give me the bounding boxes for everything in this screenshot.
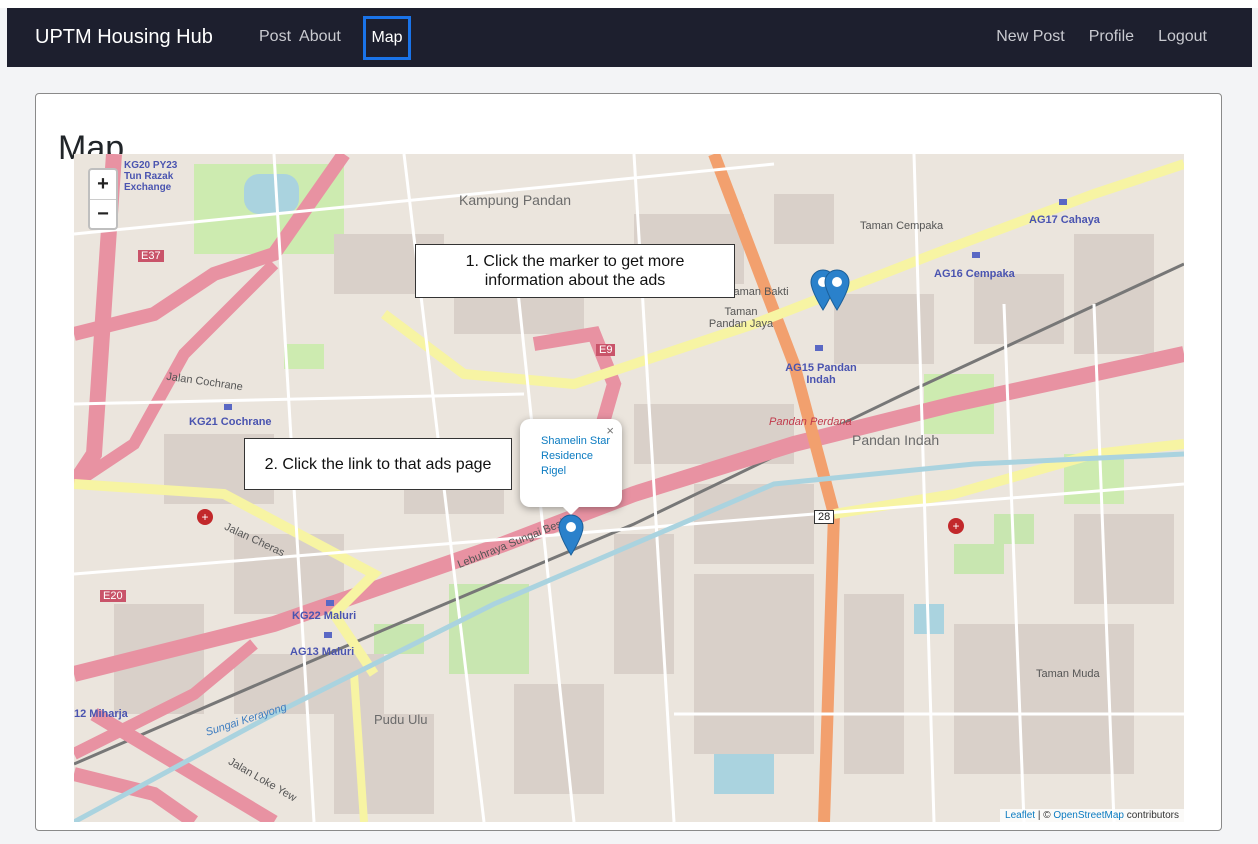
nav-left: Post About	[259, 28, 349, 46]
nav-map[interactable]: Map	[363, 16, 411, 60]
nav-new-post[interactable]: New Post	[996, 28, 1072, 46]
nav-right: New Post Profile Logout	[996, 28, 1215, 46]
zoom-out-button[interactable]: −	[90, 200, 116, 229]
zoom-in-button[interactable]: +	[90, 170, 116, 200]
map-label-pandan-jaya: Taman Pandan Jaya	[708, 306, 774, 330]
map-label-route-28: 28	[814, 510, 835, 524]
popup-ad-link[interactable]: Shamelin Star Residence Rigel	[541, 434, 611, 479]
map-label-pandan-perdana: Pandan Perdana	[769, 416, 852, 428]
map-label-ag13: AG13 Maluri	[290, 646, 355, 658]
map-label-pandan-indah: Pandan Indah	[852, 432, 940, 448]
instruction-callout-2: 2. Click the link to that ads page	[244, 438, 512, 490]
map-label-e20: E20	[100, 590, 126, 602]
nav-profile[interactable]: Profile	[1089, 28, 1142, 46]
attribution-suffix: contributors	[1123, 810, 1179, 821]
map-label-kg20: KG20 PY23 Tun Razak Exchange	[124, 160, 178, 193]
svg-text:+: +	[201, 510, 208, 524]
map-marker-icon[interactable]	[558, 514, 584, 556]
map-label-ag17: AG17 Cahaya	[1029, 214, 1100, 226]
map-label-ag16: AG16 Cempaka	[934, 268, 1015, 280]
leaflet-link[interactable]: Leaflet	[1005, 810, 1035, 821]
map-label-kampung-pandan: Kampung Pandan	[459, 192, 572, 208]
map-card: Map + + Kampung Pandan Taman Cempaka AG1…	[35, 93, 1222, 831]
map-label-e9: E9	[596, 344, 616, 356]
navbar: UPTM Housing Hub Post About Map New Post…	[7, 8, 1252, 67]
map-marker-icon[interactable]	[824, 269, 850, 311]
map-attribution: Leaflet | © OpenStreetMap contributors	[1000, 809, 1184, 822]
attribution-separator: | ©	[1035, 810, 1054, 821]
brand-link[interactable]: UPTM Housing Hub	[35, 26, 213, 49]
map-container[interactable]: + + Kampung Pandan Taman Cempaka AG17 Ca…	[74, 154, 1184, 822]
map-label-pudu-ulu: Pudu Ulu	[374, 712, 428, 727]
nav-about[interactable]: About	[299, 28, 349, 46]
osm-link[interactable]: OpenStreetMap	[1053, 810, 1124, 821]
instruction-callout-1: 1. Click the marker to get more informat…	[415, 244, 735, 298]
map-label-kg21: KG21 Cochrane	[189, 416, 272, 428]
nav-post[interactable]: Post	[259, 28, 299, 46]
map-label-taman-bakti: Taman Bakti	[728, 286, 789, 298]
top-strip	[0, 0, 1258, 8]
map-label-ag15: AG15 Pandan Indah	[785, 362, 857, 386]
map-label-e37: E37	[138, 250, 164, 262]
map-label-taman-muda: Taman Muda	[1036, 668, 1100, 680]
map-label-kg22: KG22 Maluri	[292, 610, 357, 622]
zoom-control: + −	[88, 168, 118, 230]
map-label-taman-cempaka: Taman Cempaka	[860, 220, 944, 232]
svg-text:+: +	[952, 519, 959, 533]
map-label-miharja: 12 Miharja	[74, 708, 128, 720]
nav-logout[interactable]: Logout	[1158, 28, 1215, 46]
marker-popup: × Shamelin Star Residence Rigel	[520, 419, 622, 515]
